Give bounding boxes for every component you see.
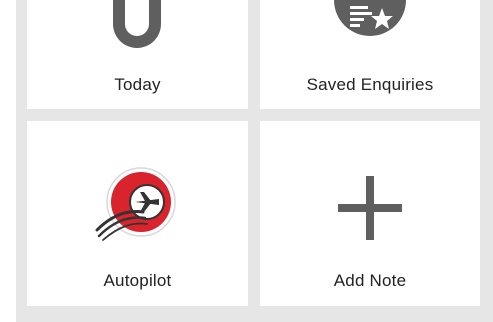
calendar-day-icon bbox=[113, 0, 161, 48]
add-note-tile[interactable]: Add Note bbox=[260, 121, 480, 306]
autopilot-logo-icon bbox=[95, 167, 176, 241]
autopilot-label: Autopilot bbox=[103, 271, 172, 290]
dashboard-screen: Today Saved Enquiries Autopilot Add Note bbox=[0, 0, 493, 322]
saved-enquiries-tile[interactable]: Saved Enquiries bbox=[260, 0, 480, 109]
today-label: Today bbox=[114, 75, 161, 94]
autopilot-tile[interactable]: Autopilot bbox=[27, 121, 248, 306]
saved-enquiries-label: Saved Enquiries bbox=[306, 75, 434, 94]
plus-icon bbox=[338, 176, 402, 240]
today-tile[interactable]: Today bbox=[27, 0, 248, 109]
saved-enquiries-icon bbox=[334, 0, 406, 36]
add-note-label: Add Note bbox=[333, 271, 407, 290]
